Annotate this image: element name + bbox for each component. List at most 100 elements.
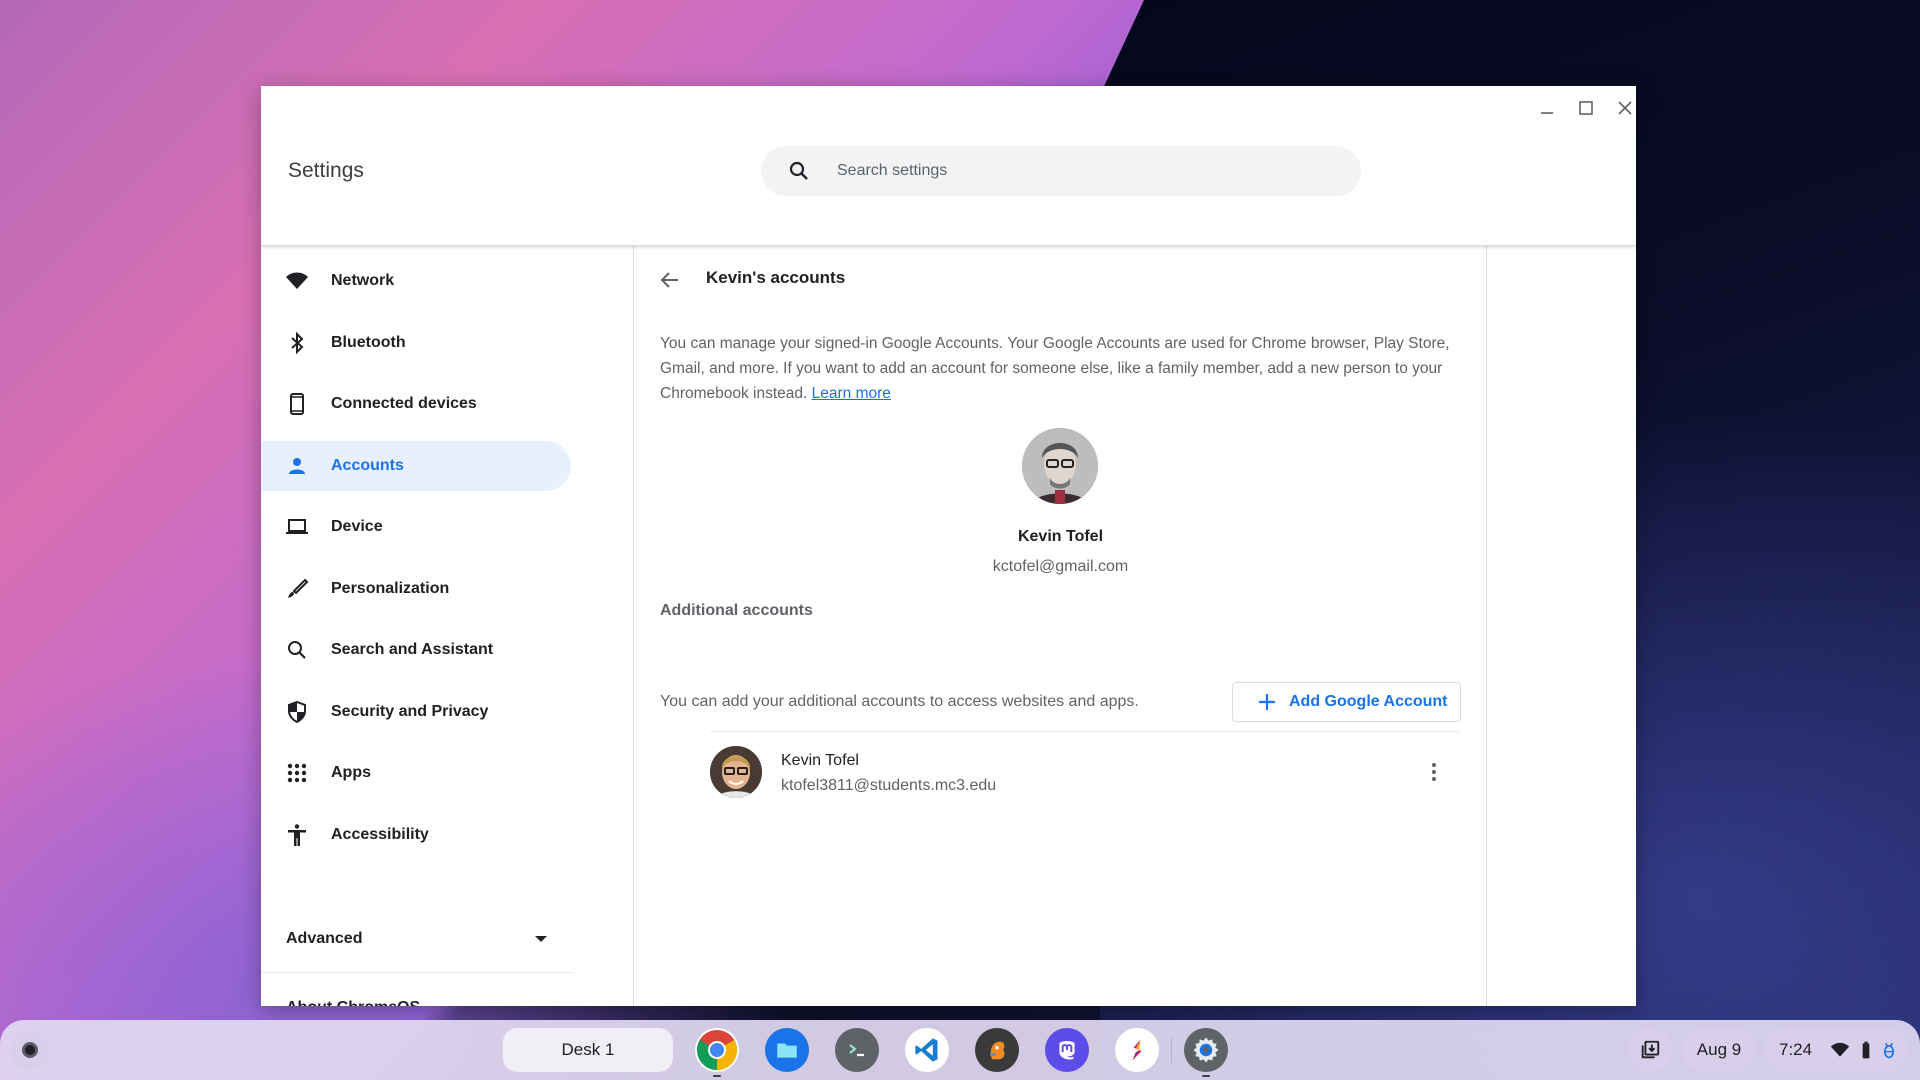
- account-name: Kevin Tofel: [781, 752, 859, 769]
- minimize-button[interactable]: [1533, 94, 1561, 122]
- time-label: 7:24: [1779, 1040, 1813, 1059]
- brush-icon: [285, 577, 309, 601]
- back-button[interactable]: [656, 266, 684, 294]
- minimize-icon: [1541, 112, 1553, 114]
- holding-space-icon: [1641, 1040, 1660, 1059]
- sidebar-item-label: Network: [331, 272, 395, 289]
- account-more-actions-button[interactable]: [1420, 758, 1448, 786]
- date-label: Aug 9: [1696, 1040, 1742, 1059]
- sidebar-item-about-chromeos[interactable]: About ChromeOS: [286, 999, 420, 1006]
- files-icon: [777, 1043, 797, 1058]
- search-bar[interactable]: [761, 146, 1361, 196]
- add-google-account-label: Add Google Account: [1289, 693, 1448, 710]
- wifi-icon: [1830, 1042, 1850, 1057]
- bluetooth-icon: [285, 331, 309, 355]
- sidebar-item-label: Device: [331, 518, 383, 535]
- laptop-icon: [285, 515, 309, 539]
- maximize-button[interactable]: [1572, 94, 1600, 122]
- search-icon: [789, 161, 808, 180]
- apps-grid-icon: [285, 761, 309, 785]
- sidebar-item-personalization[interactable]: Personalization: [261, 564, 571, 614]
- account-email: ktofel3811@students.mc3.edu: [781, 777, 997, 794]
- sidebar-item-apps[interactable]: Apps: [261, 748, 571, 798]
- running-indicator: [713, 1075, 721, 1077]
- sidebar-item-connected-devices[interactable]: Connected devices: [261, 379, 571, 429]
- plus-icon: [1259, 694, 1275, 710]
- additional-accounts-heading: Additional accounts: [660, 602, 813, 619]
- sidebar-item-accessibility[interactable]: Accessibility: [261, 810, 571, 860]
- person-icon: [285, 454, 309, 478]
- primary-account-email: kctofel@gmail.com: [992, 558, 1129, 575]
- shelf: Desk 1 Aug 9 7:24: [0, 1020, 1920, 1080]
- settings-window: Settings Network Bluetooth Connected dev…: [261, 86, 1636, 1006]
- sidebar-item-label: Accessibility: [331, 826, 429, 843]
- sidebar-item-label: Security and Privacy: [331, 703, 489, 720]
- status-area-button[interactable]: 7:24: [1765, 1028, 1907, 1072]
- sidebar-item-accounts[interactable]: Accounts: [261, 441, 571, 491]
- account-avatar: [710, 746, 762, 798]
- sidebar-nav: Network Bluetooth Connected devices Acco…: [261, 246, 634, 1006]
- date-tray-button[interactable]: Aug 9: [1682, 1028, 1756, 1072]
- advanced-label: Advanced: [286, 930, 363, 947]
- main-content: Kevin's accounts You can manage your sig…: [634, 246, 1487, 1006]
- sidebar-item-network[interactable]: Network: [261, 256, 571, 306]
- page-title: Kevin's accounts: [706, 268, 846, 287]
- add-google-account-button[interactable]: Add Google Account: [1232, 682, 1461, 722]
- sidebar-item-label: Connected devices: [331, 395, 477, 412]
- squid-icon: [1132, 1039, 1142, 1061]
- chrome-icon: [697, 1030, 737, 1070]
- sidebar-item-security-and-privacy[interactable]: Security and Privacy: [261, 687, 571, 737]
- shelf-separator: [1171, 1037, 1172, 1063]
- sidebar-item-search-and-assistant[interactable]: Search and Assistant: [261, 625, 571, 675]
- close-button[interactable]: [1611, 94, 1636, 122]
- running-indicator: [1202, 1075, 1210, 1077]
- account-list-divider: [710, 731, 1460, 732]
- launcher-icon: [22, 1042, 38, 1058]
- wifi-icon: [285, 269, 309, 293]
- accounts-description: You can manage your signed-in Google Acc…: [660, 331, 1470, 406]
- accessibility-icon: [285, 823, 309, 847]
- bug-report-icon: [1884, 1042, 1894, 1059]
- holding-space-button[interactable]: [1628, 1028, 1672, 1072]
- phone-icon: [285, 392, 309, 416]
- sidebar-item-device[interactable]: Device: [261, 502, 571, 552]
- app-title: Settings: [288, 159, 364, 182]
- account-list-item: Kevin Tofel ktofel3811@students.mc3.edu: [710, 746, 1460, 806]
- sidebar-item-label: Search and Assistant: [331, 641, 494, 658]
- primary-account-name: Kevin Tofel: [1017, 528, 1104, 545]
- shelf-app-settings[interactable]: [1184, 1028, 1228, 1072]
- battery-icon: [1862, 1041, 1870, 1059]
- advanced-toggle[interactable]: Advanced: [261, 919, 571, 959]
- shelf-app-squid[interactable]: [1115, 1028, 1159, 1072]
- mastodon-icon: [1059, 1041, 1075, 1060]
- shelf-app-vscode[interactable]: [905, 1028, 949, 1072]
- shelf-app-terminal[interactable]: [835, 1028, 879, 1072]
- more-vertical-icon: [1432, 763, 1436, 781]
- maximize-icon: [1579, 101, 1593, 115]
- sidebar-item-label: Apps: [331, 764, 371, 781]
- arrow-back-icon: [660, 272, 678, 288]
- settings-gear-icon: [1193, 1037, 1219, 1063]
- sidebar-item-bluetooth[interactable]: Bluetooth: [261, 318, 571, 368]
- chevron-down-icon: [535, 936, 547, 942]
- additional-accounts-description: You can add your additional accounts to …: [660, 693, 1139, 710]
- launcher-button[interactable]: [10, 1030, 50, 1070]
- title-bar: [261, 86, 1636, 126]
- settings-header: Settings: [261, 126, 1636, 246]
- sidebar-item-label: Bluetooth: [331, 334, 406, 351]
- shelf-app-files[interactable]: [765, 1028, 809, 1072]
- sidebar-item-label: Accounts: [331, 457, 404, 474]
- squirrel-app-icon: [990, 1041, 1005, 1060]
- shelf-app-chrome[interactable]: [695, 1028, 739, 1072]
- desk-button[interactable]: Desk 1: [503, 1028, 673, 1072]
- search-input[interactable]: [837, 162, 1337, 180]
- sidebar-divider: [261, 972, 574, 973]
- primary-account-avatar: [1022, 428, 1098, 504]
- shelf-app-squirrel[interactable]: [975, 1028, 1019, 1072]
- description-text: You can manage your signed-in Google Acc…: [660, 335, 1450, 402]
- vscode-icon: [915, 1038, 938, 1062]
- close-icon: [1618, 101, 1632, 115]
- terminal-icon: [849, 1044, 864, 1057]
- shelf-app-mastodon[interactable]: [1045, 1028, 1089, 1072]
- learn-more-link[interactable]: Learn more: [812, 385, 891, 402]
